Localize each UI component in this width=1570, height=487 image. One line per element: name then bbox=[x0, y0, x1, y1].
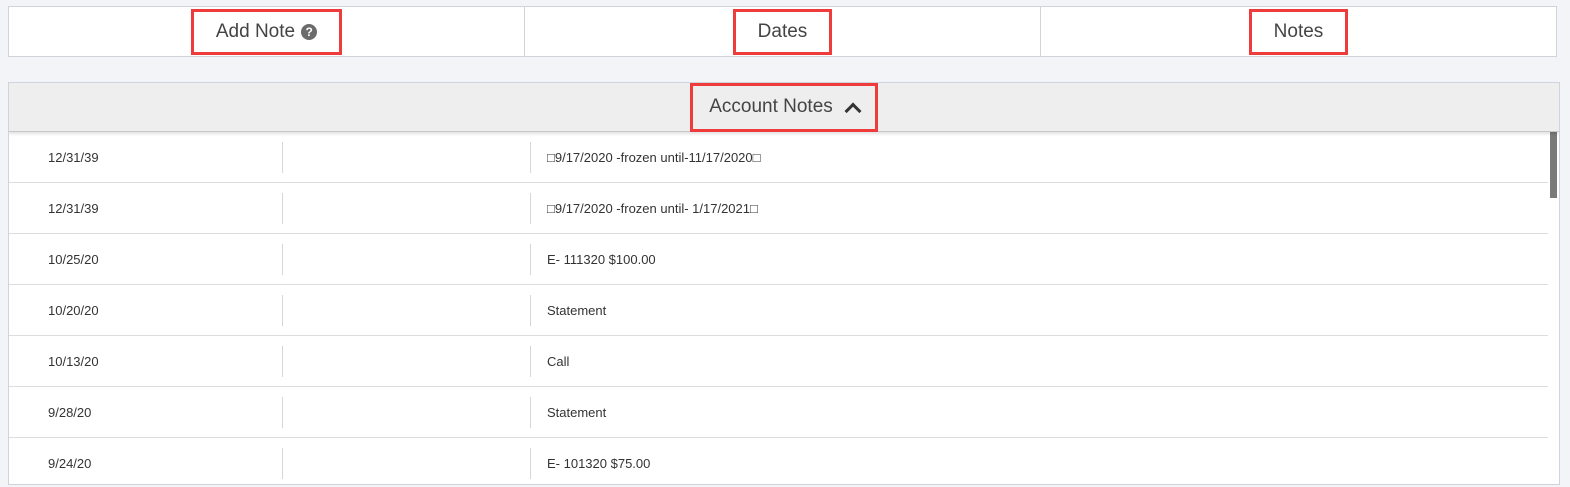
notes-list: 12/31/39 □9/17/2020 -frozen until-11/17/… bbox=[9, 132, 1549, 484]
row-empty-cell bbox=[282, 447, 530, 479]
table-row[interactable]: 12/31/39 □9/17/2020 -frozen until- 1/17/… bbox=[9, 183, 1549, 234]
chevron-up-icon[interactable] bbox=[844, 102, 862, 119]
row-date: 10/20/20 bbox=[48, 302, 99, 318]
notes-highlight: Notes bbox=[1248, 8, 1349, 55]
table-row[interactable]: 10/20/20 Statement bbox=[9, 285, 1549, 336]
row-note: Statement bbox=[530, 396, 1549, 428]
table-row[interactable]: 9/28/20 Statement bbox=[9, 387, 1549, 438]
table-row[interactable]: 10/25/20 E- 111320 $100.00 bbox=[9, 234, 1549, 285]
account-notes-header[interactable]: Account Notes bbox=[9, 83, 1559, 132]
row-note: Call bbox=[530, 345, 1549, 377]
row-note: E- 101320 $75.00 bbox=[530, 447, 1549, 479]
dates-highlight: Dates bbox=[732, 8, 833, 55]
row-date: 9/28/20 bbox=[48, 404, 92, 420]
notes-scrollbar[interactable] bbox=[1548, 132, 1559, 484]
row-empty-cell bbox=[282, 192, 530, 224]
row-note: □9/17/2020 -frozen until- 1/17/2021□ bbox=[530, 192, 1549, 224]
row-empty-cell bbox=[282, 294, 530, 326]
row-note: E- 111320 $100.00 bbox=[530, 243, 1549, 275]
row-date: 12/31/39 bbox=[48, 200, 99, 216]
row-empty-cell bbox=[282, 345, 530, 377]
row-empty-cell bbox=[282, 243, 530, 275]
row-empty-cell bbox=[282, 396, 530, 428]
row-note: Statement bbox=[530, 294, 1549, 326]
tab-bar: Add Note ? Dates Notes bbox=[8, 6, 1557, 57]
table-row[interactable]: 12/31/39 □9/17/2020 -frozen until-11/17/… bbox=[9, 132, 1549, 183]
row-date: 10/25/20 bbox=[48, 251, 99, 267]
tab-add-note[interactable]: Add Note ? bbox=[9, 7, 525, 56]
add-note-highlight: Add Note ? bbox=[190, 8, 343, 55]
row-date: 12/31/39 bbox=[48, 149, 99, 165]
tab-dates[interactable]: Dates bbox=[525, 7, 1041, 56]
table-row[interactable]: 10/13/20 Call bbox=[9, 336, 1549, 387]
account-notes-highlight: Account Notes bbox=[690, 83, 878, 132]
row-note: □9/17/2020 -frozen until-11/17/2020□ bbox=[530, 141, 1549, 173]
account-notes-title: Account Notes bbox=[709, 96, 833, 117]
tab-notes[interactable]: Notes bbox=[1041, 7, 1556, 56]
table-row[interactable]: 9/24/20 E- 101320 $75.00 bbox=[9, 438, 1549, 484]
row-empty-cell bbox=[282, 141, 530, 173]
row-date: 10/13/20 bbox=[48, 353, 99, 369]
notes-label: Notes bbox=[1273, 20, 1324, 42]
account-notes-panel: Account Notes 12/31/39 □9/17/2020 -froze… bbox=[8, 82, 1560, 485]
row-date: 9/24/20 bbox=[48, 455, 92, 471]
scrollbar-thumb[interactable] bbox=[1550, 132, 1557, 198]
question-circle-icon[interactable]: ? bbox=[301, 23, 318, 40]
add-note-label: Add Note bbox=[215, 20, 296, 42]
dates-label: Dates bbox=[757, 20, 808, 42]
